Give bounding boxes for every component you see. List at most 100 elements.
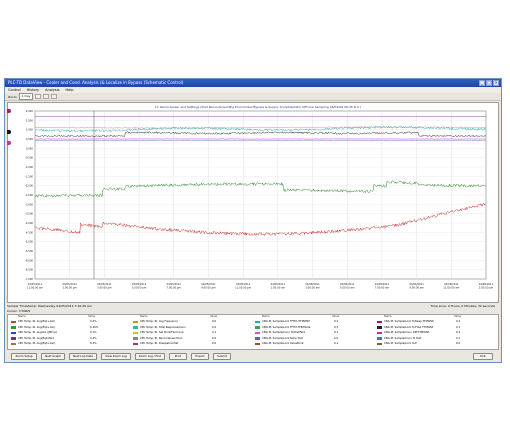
legend-series-value: 0.1% <box>90 331 97 334</box>
y-tick-label: 0,000 <box>26 146 34 150</box>
x-tick-date: 04/06/2011 <box>375 282 390 286</box>
x-tick-date: 04/06/2011 <box>271 282 286 286</box>
x-tick-time: 7:00:00 pm <box>167 286 182 290</box>
legend-row[interactable]: CNG-M. Sample/Conn Diff-TTMWSP 0.2 <box>376 331 496 335</box>
next-graph-button[interactable]: Next Graph <box>41 353 65 360</box>
close-button[interactable]: × <box>493 80 499 86</box>
legend-series-name: CNG-M. Sample/Conn Tc Dist <box>384 336 422 340</box>
legend-row[interactable]: CPU Temp. IR. AvgGrp (JMP pl) 0.1% <box>10 331 130 335</box>
y-tick-label: -0,500 <box>25 156 33 160</box>
legend-series-name: CPU Temp. IR. Avg(Eq5+Cel) <box>18 342 55 345</box>
x-tick-time: 11:00:00 am <box>443 286 460 290</box>
legend-series-name: CNG-M. Sample/Lock Temp Dist <box>262 336 303 340</box>
exit-button[interactable]: Exit <box>473 353 493 360</box>
legend-swatch <box>377 342 382 346</box>
trend-chart-pane[interactable]: T-L Recondenser and Settings (Post Recon… <box>7 102 499 303</box>
legend-column: Name Value CPU Temp. IR. Avg(Eq1+Cel) 0.2% C… <box>10 315 130 349</box>
legend-series-value: 0.1 <box>456 336 461 340</box>
zoom-log-find-button[interactable]: Zoom Log / Find <box>135 353 165 360</box>
window-controls: _ □ × <box>479 80 499 86</box>
legend-row[interactable]: CNG-M. Sample/Conn Tc Dist 0.1 <box>376 337 496 341</box>
y-tick-label: -6,000 <box>25 258 33 262</box>
marker-c[interactable] <box>7 141 11 145</box>
legend-row[interactable]: CPU Temp. RI. Total Response/Conn 0.2 <box>132 326 252 330</box>
toolbar-button-1[interactable] <box>35 94 42 99</box>
legend-row[interactable]: CNG-M. Sample/Lock TFTM-TTB/Mode 0.3 <box>254 326 374 330</box>
x-tick-time: 3:00:00 am <box>305 286 320 290</box>
legend-series-name: CPU Temp. RI. Avg Frequency <box>140 320 178 323</box>
cursor-bar: Cursor: 7/306/5 <box>7 309 499 313</box>
legend-row[interactable]: CPU Temp. RI. Set Point/Fwd Loop 0.1 <box>132 331 252 335</box>
legend-series-value: 0.2 <box>456 331 461 334</box>
x-tick-date: 04/05/2011 <box>97 282 112 286</box>
y-tick-label: 2,000 <box>26 109 34 113</box>
legend-row[interactable]: CPU Temp. IR. Avg(Eq4-Pwr) 0.4% <box>10 337 130 341</box>
legend-header-name: Name <box>140 315 148 318</box>
y-tick-label: -2,000 <box>25 184 33 188</box>
minimize-button[interactable]: _ <box>479 80 485 86</box>
y-tick-label: -2,500 <box>25 193 33 197</box>
legend-series-name: CNG-M. Sample/Conn Tc/Dist/NLS <box>262 331 306 334</box>
legend-swatch <box>11 337 16 340</box>
legend-swatch <box>377 331 382 335</box>
legend-row[interactable]: CNG-M. Sample/Lock Tc/Flow TTMWSP 0.1 <box>376 326 496 330</box>
legend-swatch <box>11 320 16 324</box>
view-zoom-log-button[interactable]: View Zoom Log <box>101 353 131 360</box>
y-tick-label: -5,500 <box>25 249 33 253</box>
toolbar-button-2[interactable] <box>43 94 50 99</box>
zoom-setup-button[interactable]: Zoom Setup <box>11 353 37 360</box>
y-tick-label: 1,000 <box>26 128 34 132</box>
legend-row[interactable]: CNG-M. Sample/Lock Out 0.0 <box>376 342 496 346</box>
legend-row[interactable]: CNG-M. Sample/Lock Tc/Keep-TTMWSP 0.4 <box>376 320 496 324</box>
legend-header-value: Value <box>332 315 340 318</box>
legend-series-value: 0.16% <box>90 325 99 329</box>
legend-row[interactable]: CPU Temp. RI. Recondenser/Cool 0.0 <box>132 337 252 341</box>
print-button[interactable]: Print <box>169 353 187 360</box>
trend-chart[interactable]: T-L Recondenser and Settings (Post Recon… <box>8 103 498 302</box>
legend-series-name: CPU Temp. IR. Avg(Eq4-Pwr) <box>18 336 55 340</box>
button-row: Zoom Setup Next Graph Next Log Data View… <box>7 352 499 361</box>
x-tick-date: 04/05/2011 <box>236 282 251 286</box>
legend-series-value: 0.2 <box>334 320 339 323</box>
legend-row[interactable]: CNG-M. Sample/Lock Temp Dist 0.0 <box>254 337 374 341</box>
legend-series-name: CNG-M. Sample/Conn Diff-TTMWSP <box>384 331 430 334</box>
legend-series-value: 0.4 <box>456 320 461 323</box>
toolbar-button-3[interactable] <box>51 94 58 99</box>
x-tick-date: 04/06/2011 <box>479 282 494 286</box>
x-tick-date: 04/06/2011 <box>444 282 459 286</box>
x-tick-time: 9:00:00 am <box>409 286 424 290</box>
legend-row[interactable]: CPU Temp. IR. Avg(Eq5+Cel) 0.3% <box>10 342 130 346</box>
submit-button[interactable]: Submit <box>213 353 231 360</box>
legend-row[interactable]: CPU Temp. RI. Dissipation/Set 0.0 <box>132 342 252 346</box>
x-tick-time: 5:00:00 am <box>340 286 355 290</box>
legend-series-name: CNG-M. Sample/Lock Tc/Keep-TTMWSP <box>384 320 434 323</box>
legend-row[interactable]: CPU Temp. IR. Avg(Eq1+Cel) 0.2% <box>10 320 130 324</box>
maximize-button[interactable]: □ <box>486 80 492 86</box>
legend-swatch <box>133 342 138 346</box>
legend-swatch <box>255 342 260 346</box>
legend-swatch <box>255 337 260 340</box>
legend-row[interactable]: CNG-M. Sample/Conn Tc/Dist/NLS 0.1 <box>254 331 374 335</box>
next-log-data-button[interactable]: Next Log Data <box>69 353 97 360</box>
export-button[interactable]: Export <box>191 353 209 360</box>
y-tick-label: -3,500 <box>25 212 33 216</box>
marker-a[interactable] <box>7 109 11 113</box>
zoom-select[interactable]: 1 Day <box>18 93 34 100</box>
legend-row[interactable]: CPU Temp. IR. Avg(Eq2+Cel) 0.16% <box>10 326 130 330</box>
legend-row[interactable]: CNG-M. Sample/Lock TFTM-/TTMWSP 0.2 <box>254 320 374 324</box>
legend-row[interactable]: CNG-M. Sample/Lock ValuePoint 0.1 <box>254 342 374 346</box>
y-tick-label: -7,000 <box>25 277 33 281</box>
legend-swatch <box>377 337 382 340</box>
legend-swatch <box>377 320 382 324</box>
legend-series-name: CPU Temp. RI. Dissipation/Set <box>140 342 179 345</box>
dataview-window: PLC-TD DataView - Cooler and Cond. Analy… <box>4 78 502 363</box>
legend-header-value: Value <box>454 315 462 318</box>
marker-b[interactable] <box>7 130 11 134</box>
legend-series-value: 0.2% <box>90 320 97 323</box>
title-bar: PLC-TD DataView - Cooler and Cond. Analy… <box>5 79 501 87</box>
legend-series-name: CPU Temp. IR. AvgGrp (JMP pl) <box>18 331 57 334</box>
chart-title: T-L Recondenser and Settings (Post Recon… <box>154 105 361 109</box>
legend-row[interactable]: CPU Temp. RI. Avg Frequency 0.0 <box>132 320 252 324</box>
cursor-readout: Cursor: 7/306/5 <box>7 309 31 313</box>
legend-series-name: CNG-M. Sample/Lock ValuePoint <box>262 342 304 345</box>
